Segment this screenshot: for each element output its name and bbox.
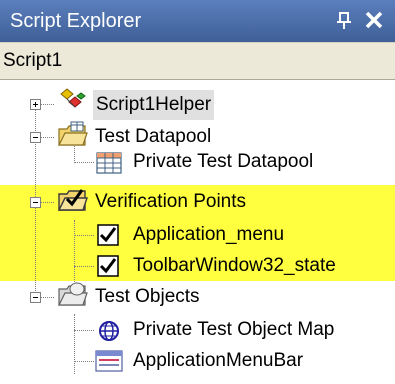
folder-datapool-icon [57, 120, 89, 148]
expand-script1helper[interactable] [30, 99, 41, 110]
script-explorer-panel: Script Explorer Script1 Script1Helper Te… [0, 0, 395, 384]
menubar-icon [95, 350, 123, 372]
tree-item-label: Script1Helper [93, 90, 215, 120]
tree-item-label: Private Test Object Map [133, 319, 335, 340]
pin-icon[interactable] [333, 8, 355, 32]
script-name: Script1 [3, 50, 63, 71]
folder-objects-icon [57, 280, 89, 308]
script-name-bar: Script1 [0, 42, 395, 80]
tree-item-label: ToolbarWindow32_state [133, 255, 336, 276]
tree-item-label: ApplicationMenuBar [133, 350, 304, 371]
helper-icon [55, 88, 89, 116]
checkbox-icon [96, 223, 120, 247]
script-tree: Script1Helper Test Datapool Private Test… [0, 80, 395, 384]
close-icon[interactable] [362, 6, 386, 32]
folder-verification-icon [57, 185, 89, 213]
tree-item-label: Application_menu [133, 224, 285, 245]
tree-item-label: Test Objects [95, 286, 200, 307]
tree-item-label: Verification Points [95, 191, 247, 212]
collapse-test-objects[interactable] [30, 292, 41, 303]
datapool-table-icon [96, 152, 122, 174]
panel-title: Script Explorer [10, 10, 142, 32]
tree-item-label: Private Test Datapool [133, 151, 314, 172]
globe-icon [97, 319, 121, 343]
collapse-verification-points[interactable] [30, 197, 41, 208]
panel-titlebar: Script Explorer [0, 0, 395, 42]
collapse-test-datapool[interactable] [30, 132, 41, 143]
checkbox-icon [96, 254, 120, 278]
